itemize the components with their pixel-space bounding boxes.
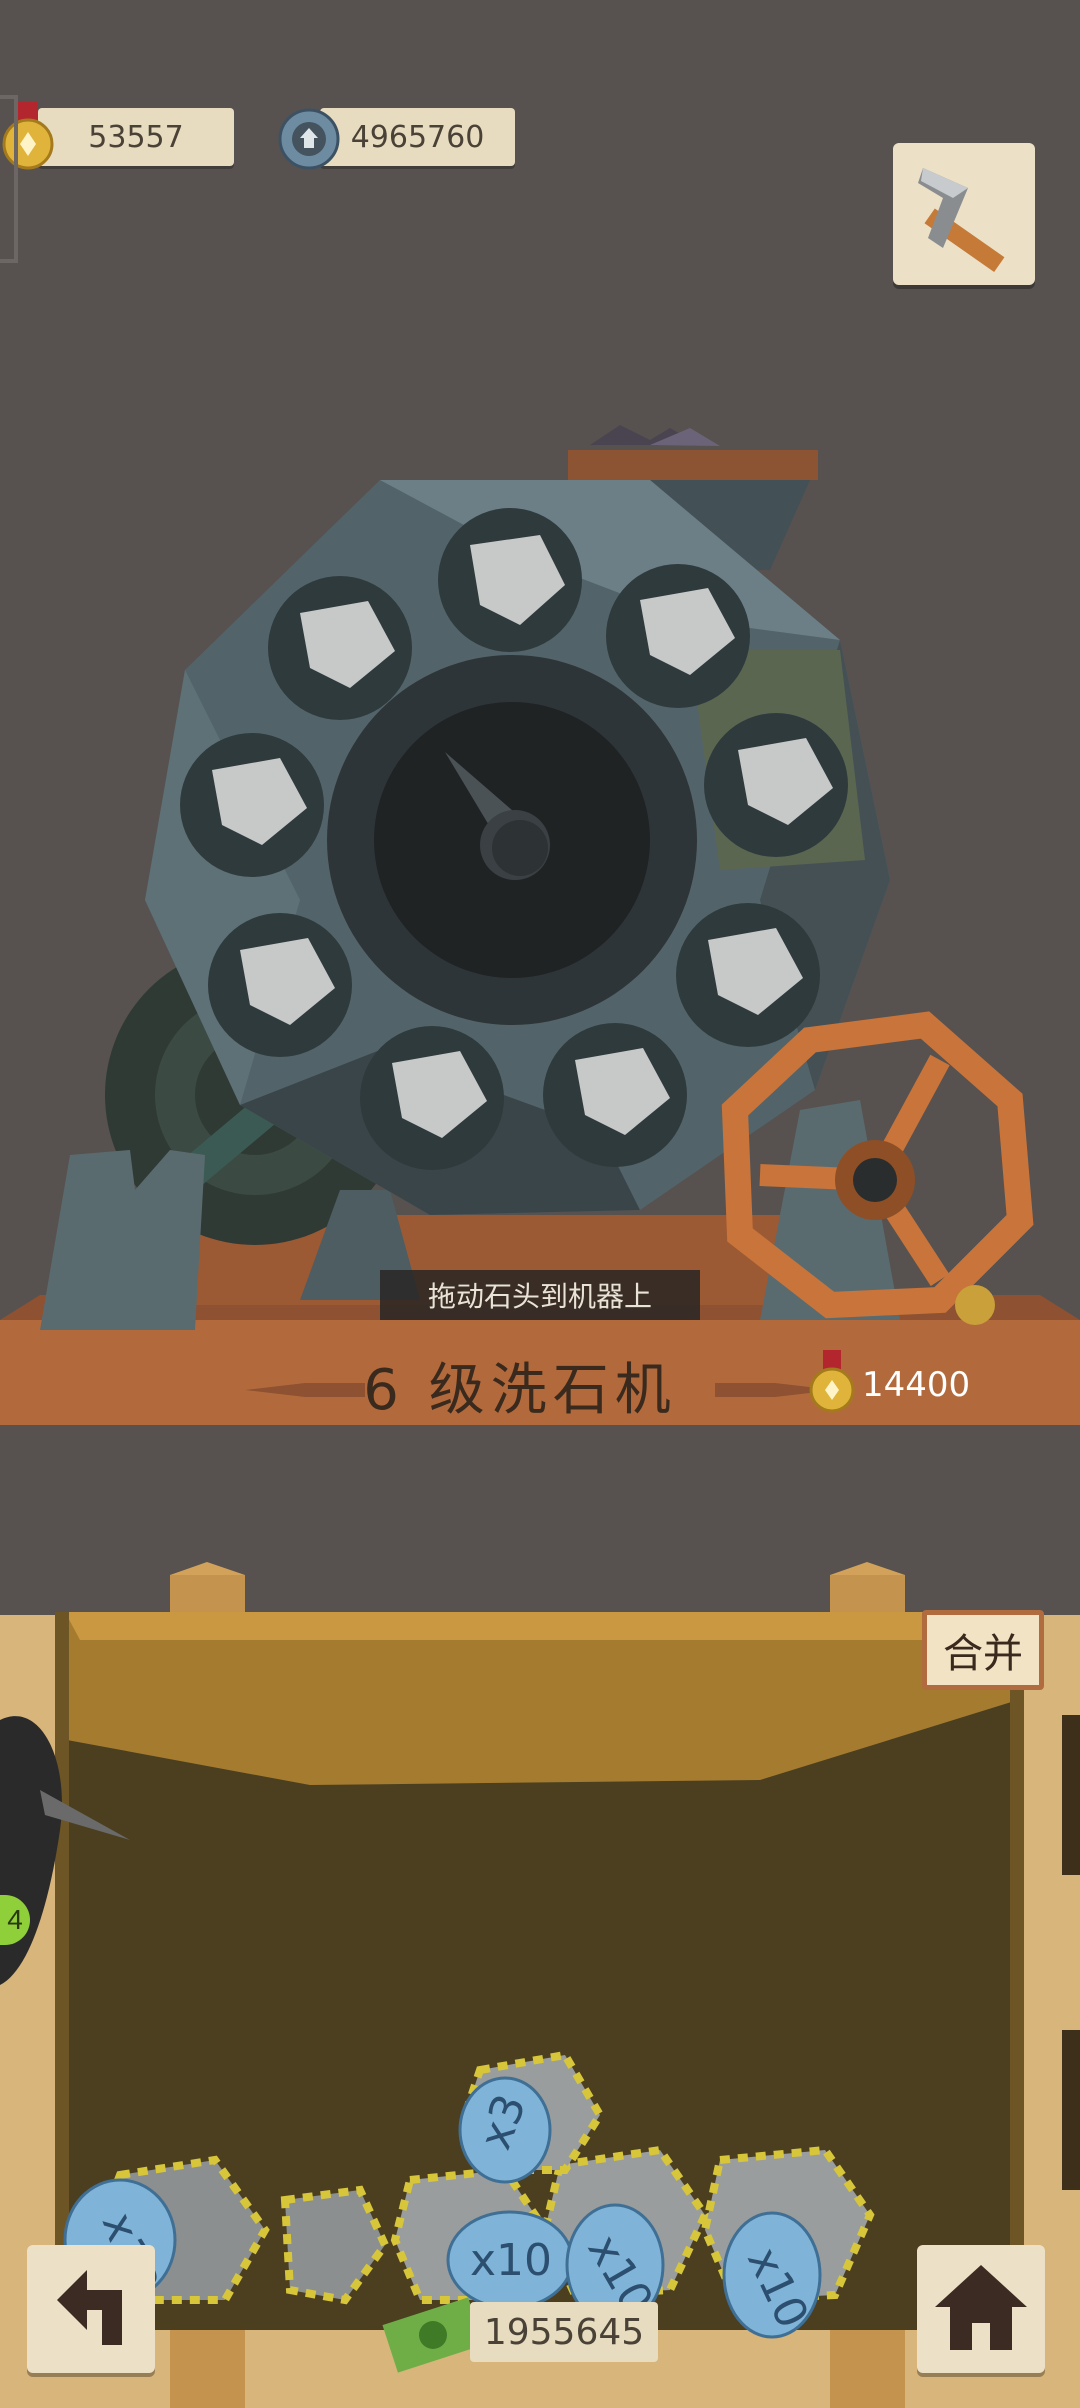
stone-multiplier: x10 bbox=[470, 2235, 552, 2286]
cash-counter: 1955645 bbox=[470, 2302, 658, 2362]
gear-coin-icon bbox=[278, 108, 340, 170]
drag-hint: 拖动石头到机器上 bbox=[380, 1270, 700, 1320]
side-tab[interactable] bbox=[0, 95, 18, 263]
medal-counter: 53557 bbox=[38, 108, 234, 166]
cash-amount: 1955645 bbox=[483, 2311, 645, 2353]
house-icon bbox=[935, 2265, 1027, 2350]
gear-count: 4965760 bbox=[350, 119, 485, 155]
multiplier-layer: x13 x10 x10 x10 x3 bbox=[92, 2088, 818, 2336]
machine-title: 6 级洗石机 bbox=[363, 1357, 677, 1423]
pickaxe-icon bbox=[918, 168, 1005, 273]
stone-multiplier: x10 bbox=[737, 2240, 818, 2336]
medal-count: 53557 bbox=[88, 119, 184, 155]
home-button[interactable] bbox=[917, 2245, 1045, 2373]
machine-cost: 14400 bbox=[862, 1365, 971, 1405]
merge-button[interactable]: 合并 bbox=[922, 1610, 1044, 1690]
pickaxe-button[interactable] bbox=[893, 143, 1035, 285]
back-arrow-icon bbox=[57, 2270, 122, 2345]
medal-icon bbox=[809, 1350, 855, 1413]
gear-counter: 4965760 bbox=[320, 108, 515, 166]
back-button[interactable] bbox=[27, 2245, 155, 2373]
stone-multiplier: x3 bbox=[470, 2088, 536, 2156]
